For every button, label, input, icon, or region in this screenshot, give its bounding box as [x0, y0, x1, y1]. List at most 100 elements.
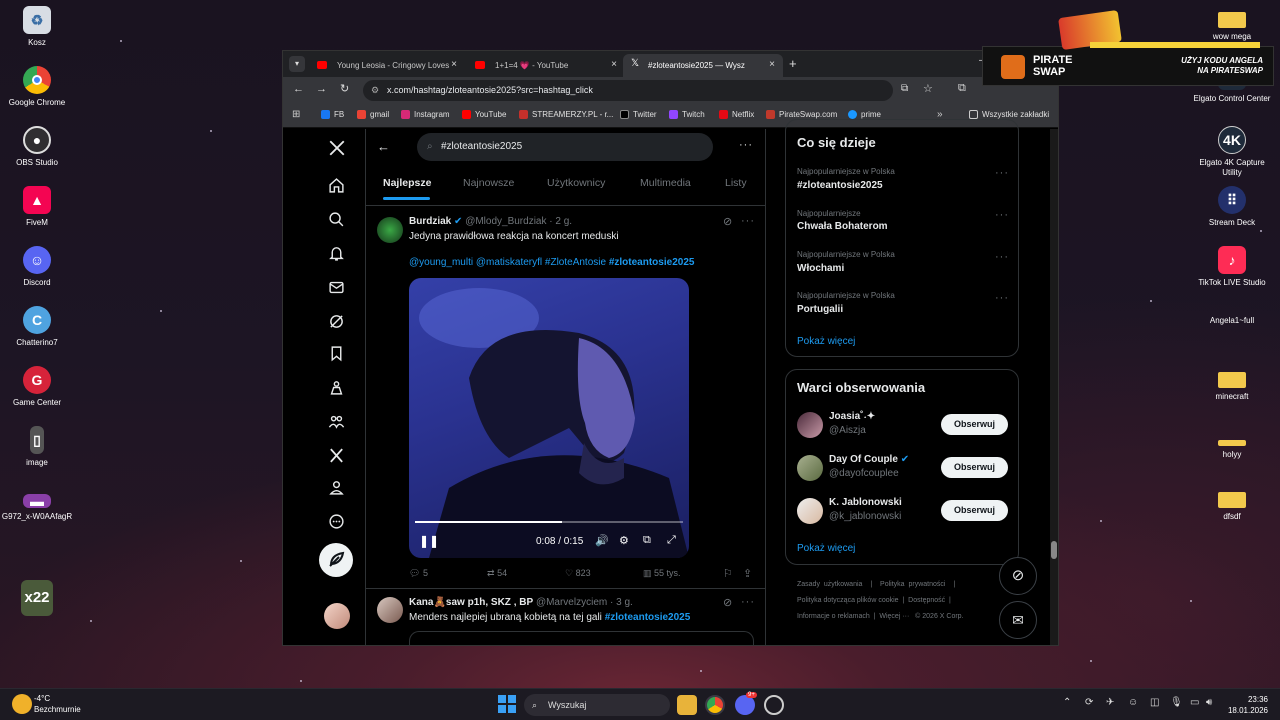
grok-icon[interactable]: ⊘ [723, 596, 732, 609]
user-handle[interactable]: @k_jablonowski [829, 511, 901, 522]
extensions-icon[interactable]: ⧉ [958, 82, 966, 95]
user-handle[interactable]: @Aiszja [829, 425, 866, 436]
reply-button[interactable]: 💬︎ 5 [409, 568, 428, 579]
bookmark-icon[interactable]: ⚐ [723, 567, 733, 580]
desktop-icon-angela1[interactable]: Angela1~full [1190, 316, 1274, 326]
desktop-icon-holyy[interactable]: holyy [1190, 430, 1274, 460]
tab-latest[interactable]: Najnowsze [463, 177, 514, 189]
share-icon[interactable]: ⇪ [743, 567, 752, 580]
site-info-icon[interactable]: ⚙ [371, 80, 379, 101]
volume-icon[interactable]: 🔊 [595, 534, 609, 547]
trend-more-icon[interactable]: ··· [995, 292, 1009, 304]
bookmark-twitch[interactable]: Twitch [669, 110, 705, 119]
taskbar-search[interactable]: ⌕ Wyszukaj [524, 694, 670, 716]
clock[interactable]: 23:36 18.01.2026 [1224, 694, 1268, 716]
premium-x-icon[interactable] [313, 447, 360, 464]
repost-button[interactable]: ⇄ 54 [487, 568, 507, 579]
explore-search-icon[interactable] [313, 211, 360, 228]
tray-discord-icon[interactable]: ☺ [1128, 697, 1138, 708]
weather-widget[interactable]: -4°C Bezchmurnie [34, 693, 81, 715]
apps-grid-icon[interactable]: ⊞ [292, 109, 300, 120]
desktop-icon-discord[interactable]: ☺ Discord [0, 246, 79, 288]
grok-icon[interactable]: ⊘ [723, 215, 732, 228]
tweet-author-handle[interactable]: @Marvelzyciem [536, 597, 607, 608]
tab-hashtag[interactable]: 𝕏 #zloteantosie2025 — Wysz × [623, 54, 783, 77]
back-arrow-icon[interactable]: ← [377, 139, 390, 154]
file-explorer-icon[interactable] [677, 695, 697, 715]
trend-more-icon[interactable]: ··· [995, 167, 1009, 179]
tweet-video[interactable]: ❚❚ 0:08 / 0:15 🔊 ⚙ ⧉ ⤢ [409, 278, 689, 558]
tweet-more-icon[interactable]: ··· [741, 596, 755, 608]
desktop-icon-chrome[interactable]: Google Chrome [0, 66, 79, 108]
microphone-icon[interactable]: 🎙︎ [1170, 697, 1183, 708]
discord-taskbar-icon[interactable] [735, 695, 755, 715]
footer-links-2[interactable]: Polityka dotycząca plików cookie | Dostę… [797, 597, 951, 604]
like-button[interactable]: ♡ 823 [565, 568, 591, 579]
tweet-hashtag[interactable]: #zloteantosie2025 [609, 257, 695, 268]
desktop-icon-fivem[interactable]: ▲ FiveM [0, 186, 79, 228]
pirateswap-ad[interactable]: PIRATE SWAP UŻYJ KODU ANGELA NA PIRATESWAP [982, 46, 1274, 86]
more-options-icon[interactable]: ··· [739, 139, 753, 151]
avatar[interactable] [797, 412, 823, 438]
follow-button[interactable]: Obserwuj [941, 414, 1008, 435]
desktop-icon-wow-mega[interactable]: wow mega [1190, 6, 1274, 42]
settings-gear-icon[interactable]: ⚙ [619, 534, 629, 547]
tab-top[interactable]: Najlepsze [383, 177, 431, 189]
user-name[interactable]: Day Of Couple [829, 454, 898, 465]
desktop-icon-x22[interactable]: x22 [0, 580, 79, 620]
bookmark-twitter[interactable]: Twitter [620, 110, 657, 119]
fullscreen-icon[interactable]: ⤢ [667, 534, 676, 547]
scrollbar-thumb[interactable] [1051, 541, 1057, 559]
search-input[interactable]: ⌕ #zloteantosie2025 [417, 133, 713, 161]
bookmark-netflix[interactable]: Netflix [719, 110, 754, 119]
tweet-more-icon[interactable]: ··· [741, 215, 755, 227]
grok-floating-button[interactable]: ⊘ [999, 557, 1037, 595]
tweet-time[interactable]: · 2 g. [549, 216, 572, 227]
avatar[interactable] [797, 498, 823, 524]
weather-moon-icon[interactable] [12, 694, 32, 714]
tweet-media[interactable] [409, 631, 754, 645]
tweet-hashtag[interactable]: #zloteantosie2025 [605, 612, 691, 623]
app-taskbar-icon[interactable] [764, 695, 784, 715]
desktop-icon-g972[interactable]: ▬ G972_x-W0AAfagR [0, 486, 79, 522]
follow-button[interactable]: Obserwuj [941, 500, 1008, 521]
trend-more-icon[interactable]: ··· [995, 251, 1009, 263]
bookmark-all-folder[interactable]: Wszystkie zakładki [969, 110, 1049, 119]
follow-button[interactable]: Obserwuj [941, 457, 1008, 478]
grok-icon[interactable] [313, 313, 360, 330]
bookmark-streamerzy[interactable]: STREAMERZY.PL - r... [519, 110, 613, 119]
pause-icon[interactable]: ❚❚ [419, 534, 439, 548]
desktop-icon-kosz[interactable]: ♻ Kosz [0, 6, 79, 48]
scrollbar-track[interactable] [1050, 129, 1058, 645]
forward-icon[interactable]: → [316, 83, 327, 95]
footer-links-3[interactable]: Informacje o reklamach | Więcej ··· © 20… [797, 613, 964, 620]
bookmark-instagram[interactable]: Instagram [401, 110, 450, 119]
views-button[interactable]: ▥ 55 tys. [643, 568, 681, 579]
desktop-icon-tiktok-live[interactable]: ♪ TikTok LIVE Studio [1190, 246, 1274, 288]
desktop-icon-obs[interactable]: ● OBS Studio [0, 126, 79, 168]
user-handle[interactable]: @dayofcouplee [829, 468, 899, 479]
follow-show-more-link[interactable]: Pokaż więcej [797, 543, 855, 554]
tweet-author-name[interactable]: Kana🧸saw p1h, SKZ , BP [409, 597, 533, 608]
user-name[interactable]: K. Jablonowski [829, 497, 902, 508]
bookmark-fb[interactable]: FB [321, 110, 344, 119]
bookmarks-icon[interactable] [313, 345, 360, 362]
jobs-icon[interactable] [313, 379, 360, 396]
desktop-icon-image[interactable]: ▯ image [0, 426, 79, 468]
desktop-icon-minecraft[interactable]: minecraft [1190, 366, 1274, 402]
desktop-icon-elgato-4k[interactable]: 4K Elgato 4K Capture Utility [1190, 126, 1274, 178]
bookmark-star-icon[interactable]: ☆ [923, 82, 933, 95]
user-name[interactable]: Joasia˚˖✦ [829, 411, 875, 422]
avatar[interactable] [377, 217, 403, 243]
bookmark-prime[interactable]: prime [848, 110, 881, 119]
desktop-icon-stream-deck[interactable]: ⠿ Stream Deck [1190, 186, 1274, 228]
tab-young-leosia[interactable]: Young Leosia - Cringowy Loves × [307, 54, 465, 77]
tab-youtube[interactable]: 1+1=4 💗 - YouTube × [465, 54, 625, 77]
back-icon[interactable]: ← [293, 83, 304, 95]
install-icon[interactable]: ⧉ [901, 83, 908, 94]
tray-app-icon[interactable]: ⟳ [1085, 697, 1093, 708]
close-icon[interactable]: × [451, 59, 457, 70]
tray-app-icon[interactable]: ✈ [1106, 697, 1114, 708]
desktop-icon-dfsdf[interactable]: dfsdf [1190, 486, 1274, 522]
notifications-bell-icon[interactable] [313, 245, 360, 262]
